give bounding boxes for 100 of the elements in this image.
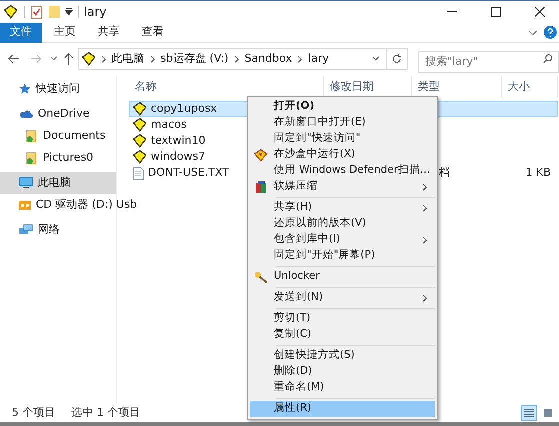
menu-item[interactable]: 重命名(M) <box>250 380 435 396</box>
file-row[interactable]: windows7 <box>129 149 245 165</box>
chevron-right-icon <box>423 294 427 302</box>
menu-item[interactable]: 软媒压缩 <box>250 179 435 195</box>
folder-icon <box>26 152 38 164</box>
chevron-down-icon[interactable] <box>528 28 538 38</box>
breadcrumb[interactable]: lary <box>308 50 330 68</box>
back-icon[interactable] <box>8 54 20 64</box>
computer-icon <box>19 177 33 189</box>
nav-label: 此电脑 <box>38 174 71 191</box>
file-name: windows7 <box>151 148 206 165</box>
document-icon <box>133 166 144 180</box>
details-view-button[interactable] <box>521 405 537 421</box>
column-header[interactable]: 名称 <box>135 78 157 96</box>
window-title: lary <box>84 4 107 21</box>
nav-label: 快速访问 <box>36 80 80 97</box>
nav-item[interactable]: 网络 <box>0 219 116 241</box>
menu-item[interactable]: 固定到"开始"屏幕(P) <box>250 248 435 264</box>
help-icon[interactable] <box>544 26 557 39</box>
menu-item[interactable]: 创建快捷方式(S) <box>250 348 435 364</box>
menu-item[interactable]: Unlocker <box>250 269 435 285</box>
disc-drive-icon <box>19 200 31 210</box>
chevron-down-icon[interactable] <box>372 56 380 62</box>
cloud-icon <box>19 109 33 119</box>
menu-item[interactable]: 剪切(T) <box>250 311 435 327</box>
nav-item[interactable]: Documents <box>0 125 116 147</box>
chevron-right-icon <box>298 56 302 62</box>
file-row[interactable]: textwin10 <box>129 133 245 149</box>
search-icon <box>542 54 553 64</box>
file-size: 1 KB <box>526 166 551 179</box>
chevron-right-icon <box>102 56 106 62</box>
breadcrumb[interactable]: sb运存盘 (V:) <box>160 50 229 68</box>
breadcrumb[interactable]: Sandbox <box>244 50 292 68</box>
address-field[interactable]: 此电脑 sb运存盘 (V:) Sandbox lary <box>78 48 387 70</box>
refresh-icon <box>392 54 402 64</box>
dropdown-icon[interactable] <box>65 8 73 16</box>
nav-label: OneDrive <box>38 106 90 122</box>
app-icon <box>4 5 18 19</box>
ribbon-tab[interactable]: 共享 <box>88 22 130 42</box>
nav-label: CD 驱动器 (D:) Usb <box>36 196 138 213</box>
file-name: copy1uposx <box>151 100 218 117</box>
menu-item[interactable]: 删除(D) <box>250 364 435 380</box>
properties-icon[interactable] <box>31 6 43 18</box>
file-row[interactable]: copy1uposx <box>129 101 245 117</box>
menu-item[interactable]: 共享(H) <box>250 200 435 216</box>
nav-item[interactable]: OneDrive <box>0 103 116 125</box>
menu-item[interactable]: 固定到"快速访问" <box>250 131 435 147</box>
diamond-icon <box>133 134 147 148</box>
nav-label: 网络 <box>38 222 60 238</box>
file-name: textwin10 <box>151 132 206 149</box>
network-icon <box>19 224 33 236</box>
status-text: 5 个项目 <box>12 404 56 421</box>
nav-label: Documents <box>43 128 106 144</box>
maximize-icon[interactable] <box>491 7 501 17</box>
chevron-down-icon[interactable] <box>50 56 58 62</box>
refresh-button[interactable] <box>386 48 408 70</box>
column-header[interactable]: 类型 <box>418 78 440 96</box>
file-row[interactable]: DONT-USE.TXT <box>129 165 245 181</box>
chevron-right-icon <box>423 236 427 244</box>
menu-item[interactable]: 在沙盒中运行(X) <box>250 147 435 163</box>
menu-item[interactable]: 发送到(N) <box>250 290 435 306</box>
nav-item[interactable]: 快速访问 <box>0 78 116 100</box>
file-name: macos <box>151 116 187 133</box>
menu-item[interactable]: 使用 Windows Defender扫描... <box>250 163 435 179</box>
star-icon <box>19 83 31 95</box>
nav-item[interactable]: Pictures0 <box>0 147 116 169</box>
file-type: 档 <box>439 166 450 179</box>
chevron-right-icon <box>234 56 239 62</box>
status-text: 选中 1 个项目 <box>72 404 140 421</box>
search-field[interactable]: 搜索"lary" <box>418 50 559 72</box>
nav-item[interactable]: 此电脑 <box>0 172 116 194</box>
file-row[interactable]: macos <box>129 117 245 133</box>
menu-item[interactable]: 包含到库中(I) <box>250 232 435 248</box>
diamond-icon <box>82 52 96 66</box>
nav-item[interactable]: CD 驱动器 (D:) Usb <box>0 194 140 216</box>
menu-item[interactable]: 打开(O) <box>250 99 435 115</box>
chevron-right-icon <box>423 204 427 212</box>
menu-item[interactable]: 复制(C) <box>250 327 435 343</box>
diamond-icon <box>133 150 147 164</box>
ribbon-tab[interactable]: 文件 <box>0 22 42 42</box>
chevron-right-icon <box>423 184 427 190</box>
menu-item[interactable]: 在新窗口中打开(E) <box>250 115 435 131</box>
list-icon <box>524 408 534 418</box>
nav-label: Pictures0 <box>43 150 94 166</box>
column-header[interactable]: 修改日期 <box>330 78 374 96</box>
tile-icon <box>543 408 553 418</box>
ribbon-tab[interactable]: 主页 <box>44 22 86 42</box>
close-icon[interactable] <box>535 7 545 17</box>
ribbon-tab[interactable]: 查看 <box>132 22 174 42</box>
menu-item[interactable]: 属性(R) <box>250 401 435 417</box>
up-icon[interactable] <box>64 53 74 65</box>
diamond-icon <box>254 148 268 162</box>
wand-icon <box>254 270 268 284</box>
folder-icon <box>26 130 38 142</box>
column-header[interactable]: 大小 <box>508 78 530 96</box>
menu-item[interactable]: 还原以前的版本(V) <box>250 216 435 232</box>
file-name: DONT-USE.TXT <box>148 164 230 181</box>
diamond-icon <box>133 102 147 116</box>
breadcrumb[interactable]: 此电脑 <box>112 50 145 68</box>
archive-icon <box>254 180 268 194</box>
